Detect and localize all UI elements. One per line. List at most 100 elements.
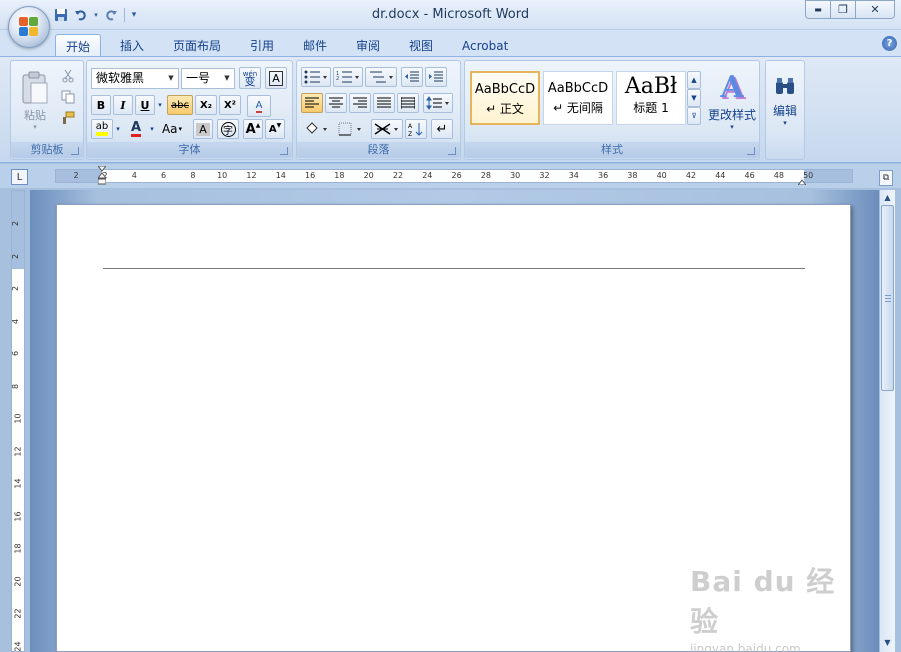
justify-button[interactable] [373, 93, 395, 113]
paragraph-group-label: 段落 [297, 142, 460, 158]
tab-mailings[interactable]: 邮件 [293, 34, 337, 57]
ruler-number: 48 [773, 171, 784, 180]
vruler-number: 22 [13, 608, 23, 619]
horizontal-ruler[interactable]: 2 2 4 6 8 10 12 14 16 18 20 22 24 26 28 30 32 34 36 38 40 42 4… [55, 165, 853, 186]
font-color-button[interactable]: A [125, 119, 147, 139]
ruler-number: 14 [275, 171, 286, 180]
style-normal[interactable]: AaBbCcD ↵ 正文 [470, 71, 540, 125]
style-heading-1[interactable]: AaBł 标题 1 [616, 71, 686, 125]
ruler-number: 20 [363, 171, 374, 180]
tab-page-layout[interactable]: 页面布局 [163, 34, 231, 57]
vruler-number: 18 [13, 543, 23, 554]
scroll-down-icon[interactable]: ▼ [880, 635, 895, 650]
decrease-indent-button[interactable] [401, 67, 423, 87]
ribbon-tabs: 开始 插入 页面布局 引用 邮件 审阅 视图 Acrobat ? [0, 30, 901, 57]
highlight-button[interactable]: ab [91, 119, 113, 139]
show-marks-button[interactable]: ↵ [431, 119, 453, 139]
font-name-combo[interactable]: 微软雅黑 ▼ [91, 68, 179, 89]
cut-icon[interactable] [59, 67, 77, 85]
sort-icon: AZ [408, 123, 423, 137]
borders-button[interactable] [335, 119, 365, 139]
font-size-combo[interactable]: 一号 ▼ [181, 68, 235, 89]
line-spacing-button[interactable] [423, 93, 453, 113]
strikethrough-button[interactable]: abc [167, 95, 193, 115]
enclose-characters-button[interactable]: 字 [217, 119, 239, 139]
clipboard-group: 粘贴 ▾ 剪贴板 [10, 60, 84, 160]
editing-button[interactable]: 编辑 ▾ [768, 65, 802, 137]
vruler-number: 6 [11, 350, 21, 357]
right-indent-marker-icon[interactable] [796, 174, 808, 186]
numbering-button[interactable]: 12 [333, 67, 363, 87]
font-size-value: 一号 [186, 71, 211, 85]
tab-insert[interactable]: 插入 [110, 34, 154, 57]
style-no-spacing[interactable]: AaBbCcD ↵ 无间隔 [543, 71, 613, 125]
font-group-label: 字体 [87, 142, 292, 158]
find-binoculars-icon [776, 77, 794, 94]
ruler-number: 6 [161, 171, 167, 180]
bullets-button[interactable] [301, 67, 331, 87]
tab-home[interactable]: 开始 [55, 34, 102, 57]
office-button[interactable] [8, 6, 50, 48]
paragraph-launcher-icon[interactable] [448, 147, 456, 155]
superscript-button[interactable]: X² [219, 95, 241, 115]
styles-launcher-icon[interactable] [747, 147, 755, 155]
shrink-font-button[interactable]: A ▼ [265, 119, 285, 139]
vruler-number: 24 [13, 640, 23, 652]
increase-indent-button[interactable] [425, 67, 447, 87]
vertical-ruler[interactable]: 2 2 2 4 6 8 10 12 14 16 18 20 22 24 [11, 190, 25, 652]
scroll-thumb[interactable] [881, 205, 894, 391]
sort-button[interactable]: AZ [405, 119, 427, 139]
styles-more-icon[interactable]: ⊽ [687, 107, 701, 125]
copy-icon[interactable] [59, 88, 77, 106]
indent-marker-icon[interactable] [96, 165, 108, 186]
font-color-dropdown-icon[interactable]: ▾ [147, 119, 157, 139]
underline-dropdown-icon[interactable]: ▾ [155, 95, 165, 115]
change-case-button[interactable]: Aa ▾ [159, 119, 185, 139]
tab-view[interactable]: 视图 [399, 34, 443, 57]
ruler-number: 10 [217, 171, 228, 180]
distributed-button[interactable] [397, 93, 419, 113]
close-button[interactable]: ✕ [855, 0, 895, 19]
phonetic-guide-button[interactable]: wén 变 [239, 67, 261, 89]
change-styles-button[interactable]: A 更改样式 ▾ [705, 65, 759, 137]
character-shading-icon: A [196, 122, 210, 136]
scroll-up-icon[interactable]: ▲ [880, 190, 895, 205]
chinese-layout-button[interactable] [371, 119, 403, 139]
multilevel-list-button[interactable] [365, 67, 397, 87]
ruler-number: 34 [568, 171, 579, 180]
styles-scroll-down-icon[interactable]: ▼ [687, 89, 701, 107]
font-group: 微软雅黑 ▼ 一号 ▼ wén 变 A B I U ▾ abc X₂ X² A … [86, 60, 293, 160]
vruler-number: 16 [13, 510, 23, 522]
align-right-button[interactable] [349, 93, 371, 113]
font-launcher-icon[interactable] [280, 147, 288, 155]
subscript-button[interactable]: X₂ [195, 95, 217, 115]
tab-references[interactable]: 引用 [240, 34, 284, 57]
vertical-scrollbar[interactable]: ▲ ▼ [879, 190, 895, 652]
paste-label: 粘贴 [24, 109, 46, 122]
tab-selector[interactable]: L [11, 169, 28, 185]
underline-button[interactable]: U [135, 95, 155, 115]
character-border-button[interactable]: A [265, 67, 287, 89]
style-normal-name: ↵ 正文 [486, 102, 524, 116]
help-icon[interactable]: ? [882, 36, 897, 51]
character-shading-button[interactable]: A [193, 119, 213, 139]
minimize-button[interactable]: ▬ [805, 0, 831, 19]
paste-button[interactable]: 粘贴 ▾ [15, 65, 55, 137]
clear-formatting-button[interactable]: A [247, 95, 271, 117]
view-ruler-icon[interactable]: ⧉ [879, 170, 893, 186]
align-center-icon [329, 97, 343, 108]
window-controls: ▬ ❐ ✕ [805, 0, 895, 19]
format-painter-icon[interactable] [59, 109, 77, 127]
maximize-button[interactable]: ❐ [830, 0, 856, 19]
align-center-button[interactable] [325, 93, 347, 113]
italic-button[interactable]: I [113, 95, 133, 115]
grow-font-button[interactable]: A ▲ [243, 119, 263, 139]
tab-acrobat[interactable]: Acrobat [452, 34, 518, 57]
highlight-dropdown-icon[interactable]: ▾ [113, 119, 123, 139]
tab-review[interactable]: 审阅 [346, 34, 390, 57]
clipboard-launcher-icon[interactable] [71, 147, 79, 155]
bold-button[interactable]: B [91, 95, 111, 115]
shading-button[interactable] [301, 119, 331, 139]
styles-scroll-up-icon[interactable]: ▲ [687, 71, 701, 89]
align-left-button[interactable] [301, 93, 323, 113]
